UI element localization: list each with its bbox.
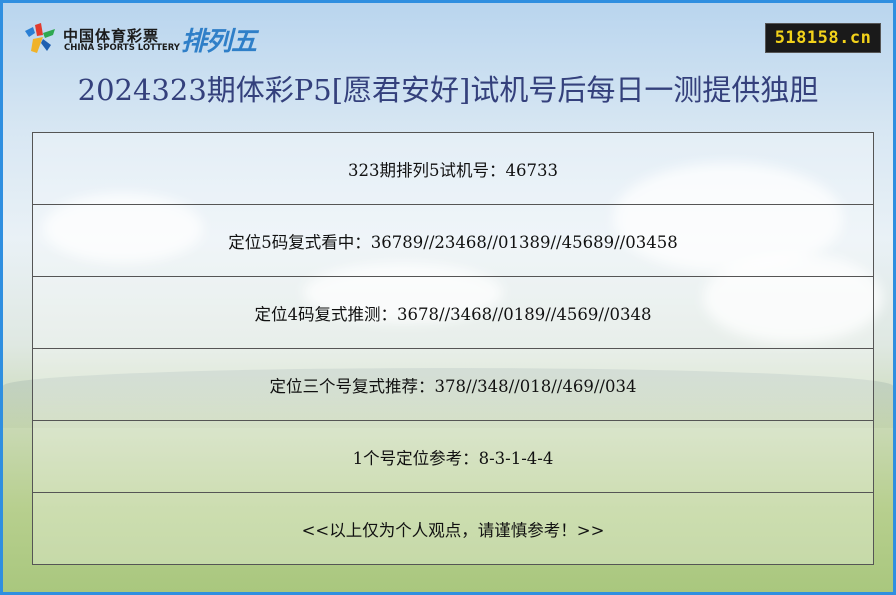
table-row: 323期排列5试机号：46733: [32, 133, 874, 205]
table-row: <<以上仅为个人观点，请谨慎参考！>>: [32, 493, 874, 565]
brand-name-en: CHINA SPORTS LOTTERY: [64, 43, 180, 53]
site-badge[interactable]: 518158.cn: [765, 23, 881, 53]
page-frame: 中国体育彩票 CHINA SPORTS LOTTERY 排列五 518158.c…: [0, 0, 896, 595]
page-title: 2024323期体彩P5[愿君安好]试机号后每日一测提供独胆: [77, 73, 819, 107]
site-badge-label: 518158.cn: [774, 28, 872, 48]
table-row: 定位5码复式看中：36789//23468//01389//45689//034…: [32, 205, 874, 277]
prediction-table: 323期排列5试机号：46733 定位5码复式看中：36789//23468//…: [32, 132, 874, 565]
table-row: 1个号定位参考：8-3-1-4-4: [32, 421, 874, 493]
brand-logo[interactable]: 中国体育彩票 CHINA SPORTS LOTTERY 排列五: [21, 21, 281, 57]
table-row: 定位4码复式推测：3678//3468//0189//4569//0348: [32, 277, 874, 349]
sports-lottery-logo-icon: [25, 23, 55, 53]
header: 中国体育彩票 CHINA SPORTS LOTTERY 排列五 518158.c…: [3, 3, 893, 58]
game-name: 排列五: [181, 27, 257, 57]
table-row: 定位三个号复式推荐：378//348//018//469//034: [32, 349, 874, 421]
